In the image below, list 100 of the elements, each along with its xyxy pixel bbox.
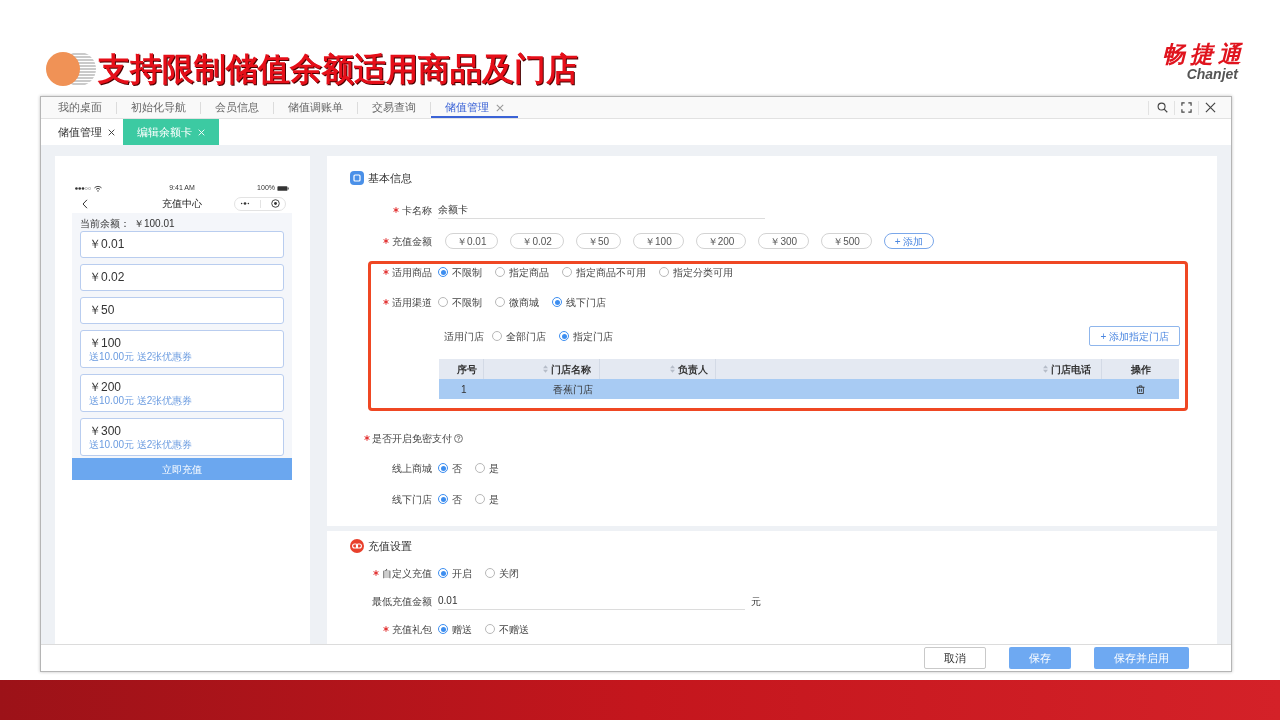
wifi-icon	[94, 184, 102, 192]
column-header: 门店名称	[551, 362, 591, 377]
column-header: 负责人	[678, 362, 708, 377]
input-field[interactable]: 0.01	[438, 592, 745, 610]
amount-option[interactable]: ￥100 送10.00元 送2张优惠券	[80, 330, 284, 368]
target-icon[interactable]	[271, 199, 280, 208]
trash-icon[interactable]	[1136, 384, 1145, 394]
radio-icon[interactable]	[438, 494, 448, 504]
slide-title: 支持限制储值余额适用商品及门店	[98, 50, 578, 89]
option-bonus: 送10.00元 送2张优惠券	[89, 438, 194, 451]
frame-icon	[350, 171, 364, 185]
radio-icon[interactable]	[495, 297, 505, 307]
radio-option[interactable]: 微商城	[495, 294, 539, 310]
radio-option[interactable]: 指定门店	[559, 328, 613, 344]
radio-icon[interactable]	[485, 568, 495, 578]
logo-icon	[46, 52, 96, 86]
input-field[interactable]: 余额卡	[438, 201, 765, 219]
field-label: 适用渠道	[392, 295, 432, 310]
option-amount: ￥0.01	[89, 237, 126, 252]
radio-option[interactable]: 线下门店	[552, 294, 606, 310]
field-label: 适用门店	[444, 329, 484, 344]
radio-icon[interactable]	[438, 267, 448, 277]
amount-option[interactable]: ￥0.01	[80, 231, 284, 258]
option-bonus: 送10.00元 送2张优惠券	[89, 350, 194, 363]
field-label: 适用商品	[392, 265, 432, 280]
amount-option[interactable]: ￥200 送10.00元 送2张优惠券	[80, 374, 284, 412]
option-amount: ￥0.02	[89, 270, 126, 285]
radio-icon[interactable]	[559, 331, 569, 341]
radio-option[interactable]: 否	[438, 460, 462, 476]
back-icon[interactable]	[82, 198, 88, 209]
radio-icon[interactable]	[495, 267, 505, 277]
tab[interactable]: 储值调账单	[274, 97, 357, 118]
signal-icon	[75, 186, 91, 190]
amount-option[interactable]: ￥50	[80, 297, 284, 324]
field-label: 线下门店	[392, 492, 432, 507]
field-label: 充值金额	[392, 234, 432, 249]
amount-option[interactable]: ￥300 送10.00元 送2张优惠券	[80, 418, 284, 456]
table-cell-text: 1	[461, 382, 467, 397]
radio-option[interactable]: 不赠送	[485, 621, 529, 637]
more-icon[interactable]	[240, 202, 250, 205]
radio-icon[interactable]	[475, 463, 485, 473]
search-icon[interactable]	[1157, 102, 1168, 113]
radio-option[interactable]: 全部门店	[492, 328, 546, 344]
radio-icon[interactable]	[438, 463, 448, 473]
field-label: 线上商城	[392, 461, 432, 476]
tab[interactable]: 初始化导航	[117, 97, 200, 118]
radio-option[interactable]: 指定商品	[495, 264, 549, 280]
battery-icon	[277, 185, 289, 191]
fullscreen-icon[interactable]	[1181, 102, 1192, 113]
option-amount: ￥100	[89, 335, 123, 351]
field-label: 最低充值金额	[372, 594, 432, 609]
help-icon[interactable]	[454, 433, 463, 443]
radio-icon[interactable]	[492, 331, 502, 341]
radio-icon[interactable]	[438, 297, 448, 307]
column-header: 序号	[457, 362, 477, 377]
unit-label: 元	[751, 594, 761, 609]
field-label: 自定义充值	[382, 566, 432, 581]
section-title: 基本信息	[368, 170, 412, 186]
logo-text: 畅捷通	[1162, 41, 1246, 67]
radio-option[interactable]: 不限制	[438, 294, 482, 310]
field-label: 卡名称	[402, 203, 432, 218]
radio-option[interactable]: 是	[475, 460, 499, 476]
capsule-menu[interactable]	[234, 196, 286, 211]
tab[interactable]: 会员信息	[201, 97, 273, 118]
add-store-button[interactable]: + 添加指定门店	[1089, 326, 1180, 346]
radio-icon[interactable]	[659, 267, 669, 277]
radio-option[interactable]: 指定分类可用	[659, 264, 733, 280]
radio-option[interactable]: 否	[438, 491, 462, 507]
radio-option[interactable]: 开启	[438, 565, 472, 581]
link-icon	[350, 539, 364, 553]
option-bonus: 送10.00元 送2张优惠券	[89, 394, 194, 407]
option-amount: ￥300	[89, 423, 123, 439]
close-icon[interactable]	[1205, 102, 1216, 113]
table-cell-text: 香蕉门店	[553, 382, 593, 397]
radio-option[interactable]: 指定商品不可用	[562, 264, 646, 280]
radio-icon[interactable]	[438, 624, 448, 634]
radio-option[interactable]: 是	[475, 491, 499, 507]
close-icon[interactable]	[108, 128, 115, 136]
section-title: 充值设置	[368, 538, 412, 554]
balance-label: 当前余额：	[80, 216, 130, 231]
logo-wordmark: Chanjet	[1186, 67, 1238, 82]
field-label: 是否开启免密支付	[372, 431, 452, 446]
option-amount: ￥200	[89, 379, 123, 395]
radio-icon[interactable]	[475, 494, 485, 504]
column-header: 门店电话	[1051, 362, 1091, 377]
table-row[interactable]: 1 香蕉门店	[439, 379, 1179, 399]
amount-option[interactable]: ￥0.02	[80, 264, 284, 291]
option-amount: ￥50	[89, 303, 116, 318]
radio-icon[interactable]	[562, 267, 572, 277]
phone-title: 充值中心	[161, 197, 203, 211]
field-label: 充值礼包	[392, 622, 432, 637]
tab[interactable]: 交易查询	[358, 97, 430, 118]
radio-icon[interactable]	[552, 297, 562, 307]
cancel-button[interactable]: 取消	[924, 647, 986, 669]
tab[interactable]: 我的桌面	[44, 97, 116, 118]
radio-icon[interactable]	[438, 568, 448, 578]
radio-option[interactable]: 赠送	[438, 621, 472, 637]
radio-icon[interactable]	[485, 624, 495, 634]
radio-option[interactable]: 不限制	[438, 264, 482, 280]
radio-option[interactable]: 关闭	[485, 565, 519, 581]
